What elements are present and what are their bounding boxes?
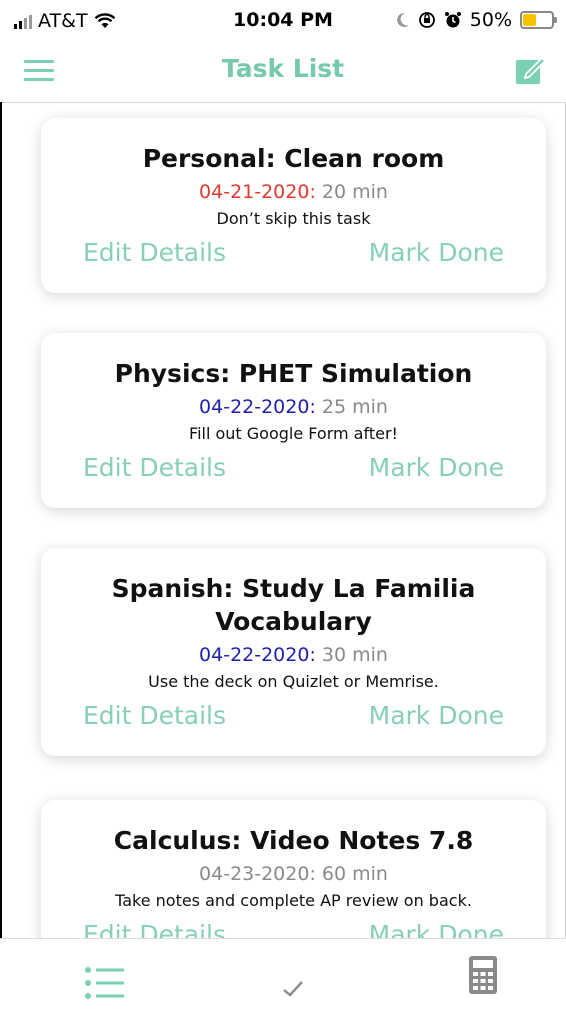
task-meta: 04-23-2020: 60 min [41,863,546,885]
task-due-date: 04-23-2020: [199,863,316,885]
task-due-date: 04-22-2020: [199,396,316,418]
task-actions: Edit Details Mark Done [41,920,546,938]
checkmark-icon[interactable] [282,967,304,1011]
task-note: Don’t skip this task [216,209,371,228]
edit-details-button[interactable]: Edit Details [83,238,226,267]
nav-bar: Task List [0,40,566,103]
task-title: Spanish: Study La Familia Vocabulary [111,574,476,636]
task-list[interactable]: Personal: Clean room 04-21-2020: 20 min … [0,103,566,938]
mark-done-button[interactable]: Mark Done [369,238,504,267]
status-bar: AT&T 10:04 PM 50% [0,0,566,40]
edit-details-button[interactable]: Edit Details [83,453,226,482]
task-note: Fill out Google Form after! [189,424,398,443]
task-duration: 20 min [321,181,388,203]
task-meta: 04-21-2020: 20 min [41,181,546,203]
alarm-icon [444,12,461,28]
task-note: Take notes and complete AP review on bac… [115,891,472,910]
task-duration: 25 min [321,396,388,418]
task-card: Spanish: Study La Familia Vocabulary 04-… [41,548,546,756]
edit-details-button[interactable]: Edit Details [83,701,226,730]
page-title: Task List [221,54,345,83]
mark-done-button[interactable]: Mark Done [369,701,504,730]
status-indicators: 50% [396,9,557,31]
task-meta: 04-22-2020: 30 min [41,644,546,666]
battery-percent: 50% [469,9,512,31]
task-actions: Edit Details Mark Done [41,453,546,482]
battery-icon [520,11,557,29]
moon-icon [396,12,409,27]
task-duration: 30 min [321,644,388,666]
list-icon[interactable] [84,961,126,1005]
task-note: Use the deck on Quizlet or Memrise. [148,672,439,691]
tab-bar [0,938,566,1011]
orientation-lock-icon [418,12,435,28]
task-title: Physics: PHET Simulation [114,359,473,388]
mark-done-button[interactable]: Mark Done [369,920,504,938]
task-card: Physics: PHET Simulation 04-22-2020: 25 … [41,333,546,508]
task-title: Calculus: Video Notes 7.8 [113,826,474,855]
compose-icon[interactable] [514,54,546,86]
task-actions: Edit Details Mark Done [41,701,546,730]
task-meta: 04-22-2020: 25 min [41,396,546,418]
task-due-date: 04-22-2020: [199,644,316,666]
task-title: Personal: Clean room [142,144,445,173]
task-card: Personal: Clean room 04-21-2020: 20 min … [41,118,546,293]
task-duration: 60 min [321,863,388,885]
task-card: Calculus: Video Notes 7.8 04-23-2020: 60… [41,800,546,938]
calculator-icon[interactable] [468,953,498,997]
edit-details-button[interactable]: Edit Details [83,920,226,938]
task-actions: Edit Details Mark Done [41,238,546,267]
mark-done-button[interactable]: Mark Done [369,453,504,482]
task-due-date: 04-21-2020: [199,181,316,203]
